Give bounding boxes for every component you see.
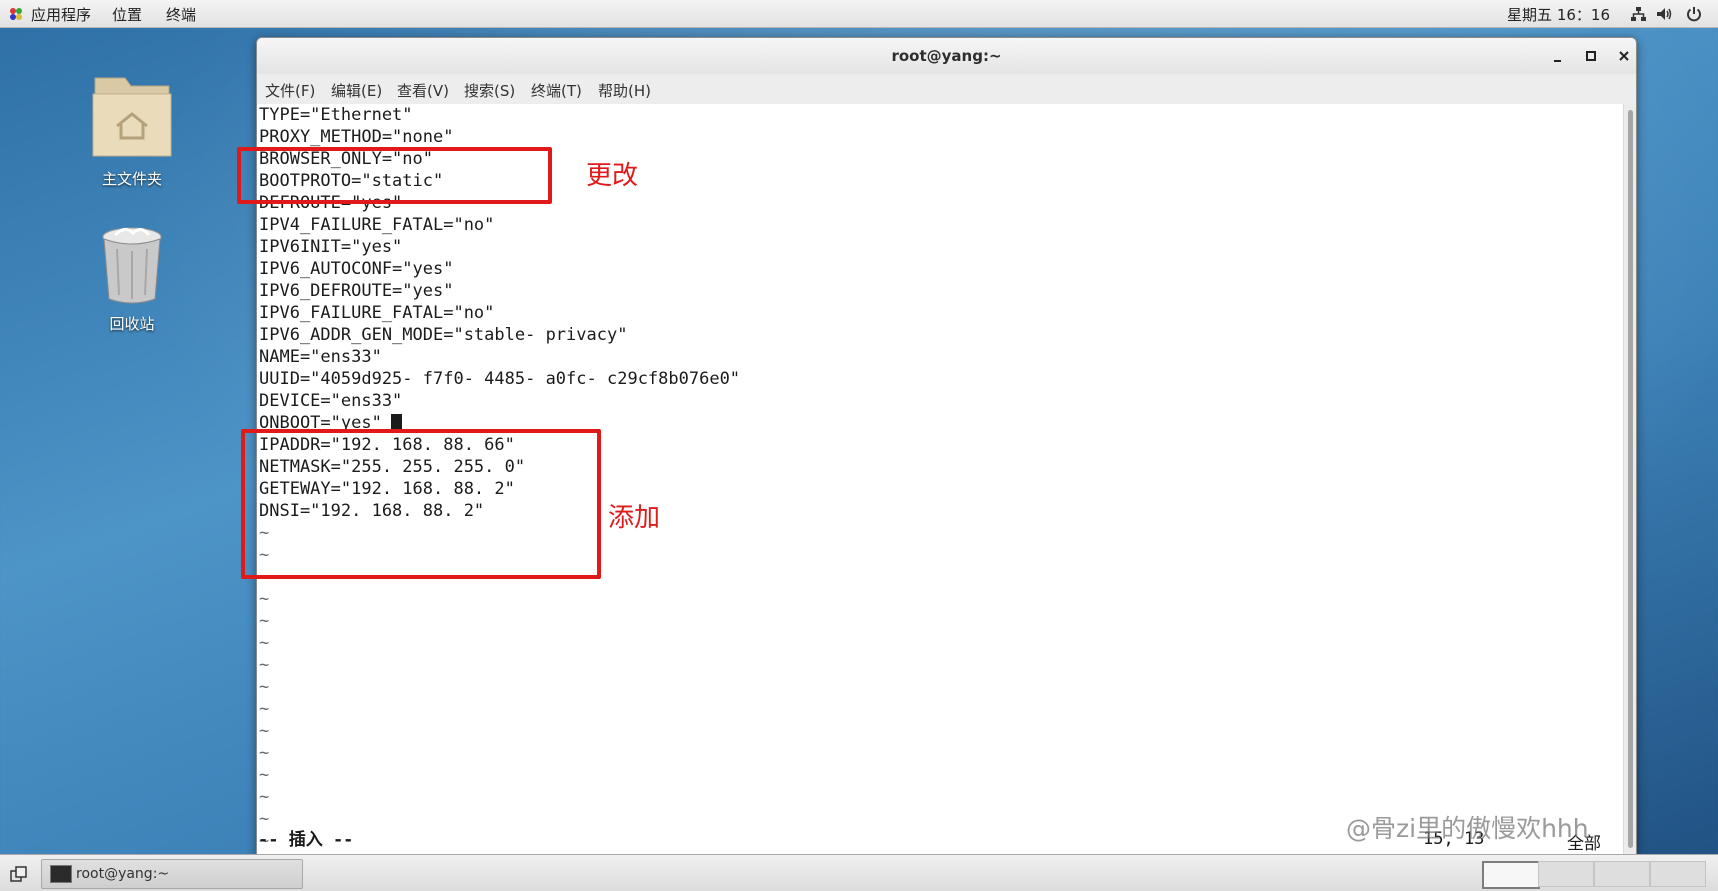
trash[interactable]: 回收站 [72,225,192,334]
empty-line-marker: ~ [259,721,270,741]
workspace-2[interactable] [1538,861,1594,887]
empty-line-marker: ~ [259,611,270,631]
home-folder-label: 主文件夹 [101,170,162,188]
empty-line-marker: ~ [259,809,270,829]
menu-help[interactable]: 帮助(H) [598,80,651,101]
places-menu[interactable]: 位置 [112,4,142,25]
config-line: IPV6_ADDR_GEN_MODE="stable- privacy" [259,325,628,345]
power-icon[interactable] [1685,5,1703,23]
added-highlight-box [241,429,601,579]
home-folder[interactable]: 主文件夹 [72,72,192,189]
maximize-icon[interactable] [1579,44,1603,68]
empty-line-marker: ~ [259,743,270,763]
window-menubar: 文件(F) 编辑(E) 查看(V) 搜索(S) 终端(T) 帮助(H) [257,74,1636,105]
network-icon[interactable] [1629,5,1647,23]
taskbar-window-label: root@yang:~ [76,866,170,882]
top-panel: 应用程序 位置 终端 星期五 16：16 [0,0,1718,28]
empty-line-marker: ~ [259,765,270,785]
terminal-icon [50,865,72,883]
folder-icon [92,77,172,157]
config-line: UUID="4059d925- f7f0- 4485- a0fc- c29cf8… [259,369,741,389]
config-line: IPV6INIT="yes" [259,237,403,257]
menu-file[interactable]: 文件(F) [265,80,315,101]
menu-edit[interactable]: 编辑(E) [331,80,382,101]
trash-icon [102,227,162,304]
bottom-taskbar: root@yang:~ [0,854,1718,891]
applications-icon [10,8,22,20]
workspace-3[interactable] [1594,861,1650,887]
terminal-menu[interactable]: 终端 [166,4,196,25]
config-line: PROXY_METHOD="none" [259,127,454,147]
menu-search[interactable]: 搜索(S) [464,80,515,101]
scrollbar-thumb[interactable] [1628,110,1633,848]
config-line: DEVICE="ens33" [259,391,403,411]
trash-label: 回收站 [109,315,155,333]
empty-line-marker: ~ [259,633,270,653]
menu-view[interactable]: 查看(V) [397,80,449,101]
config-line: IPV6_FAILURE_FATAL="no" [259,303,495,323]
close-icon[interactable] [1612,44,1636,68]
config-line: NAME="ens33" [259,347,382,367]
window-title: root@yang:~ [891,47,1002,65]
changed-highlight-box [237,147,552,204]
watermark: @骨zi里的傲慢欢hhh [1346,814,1589,843]
taskbar-window-button[interactable]: root@yang:~ [41,859,303,889]
empty-line-marker: ~ [259,699,270,719]
clock[interactable]: 星期五 16：16 [1507,4,1610,25]
config-line: IPV4_FAILURE_FATAL="no" [259,215,495,235]
window-titlebar[interactable]: root@yang:~ [257,38,1636,75]
minimize-icon[interactable] [1547,44,1571,68]
volume-icon[interactable] [1655,5,1673,23]
changed-annotation: 更改 [586,161,639,191]
config-line: TYPE="Ethernet" [259,105,413,125]
empty-line-marker: ~ [259,589,270,609]
empty-line-marker: ~ [259,677,270,697]
workspace-1[interactable] [1482,861,1540,889]
empty-line-marker: ~ [259,787,270,807]
config-line: IPV6_AUTOCONF="yes" [259,259,454,279]
menu-terminal[interactable]: 终端(T) [531,80,582,101]
workspace-4[interactable] [1650,861,1706,887]
scrollbar[interactable] [1623,104,1636,854]
empty-line-marker: ~ [259,655,270,675]
applications-menu[interactable]: 应用程序 [31,4,91,25]
added-annotation: 添加 [608,503,661,533]
config-line: IPV6_DEFROUTE="yes" [259,281,454,301]
vim-mode-indicator: -- 插入 -- [258,830,354,850]
show-desktop-icon[interactable] [8,863,30,885]
